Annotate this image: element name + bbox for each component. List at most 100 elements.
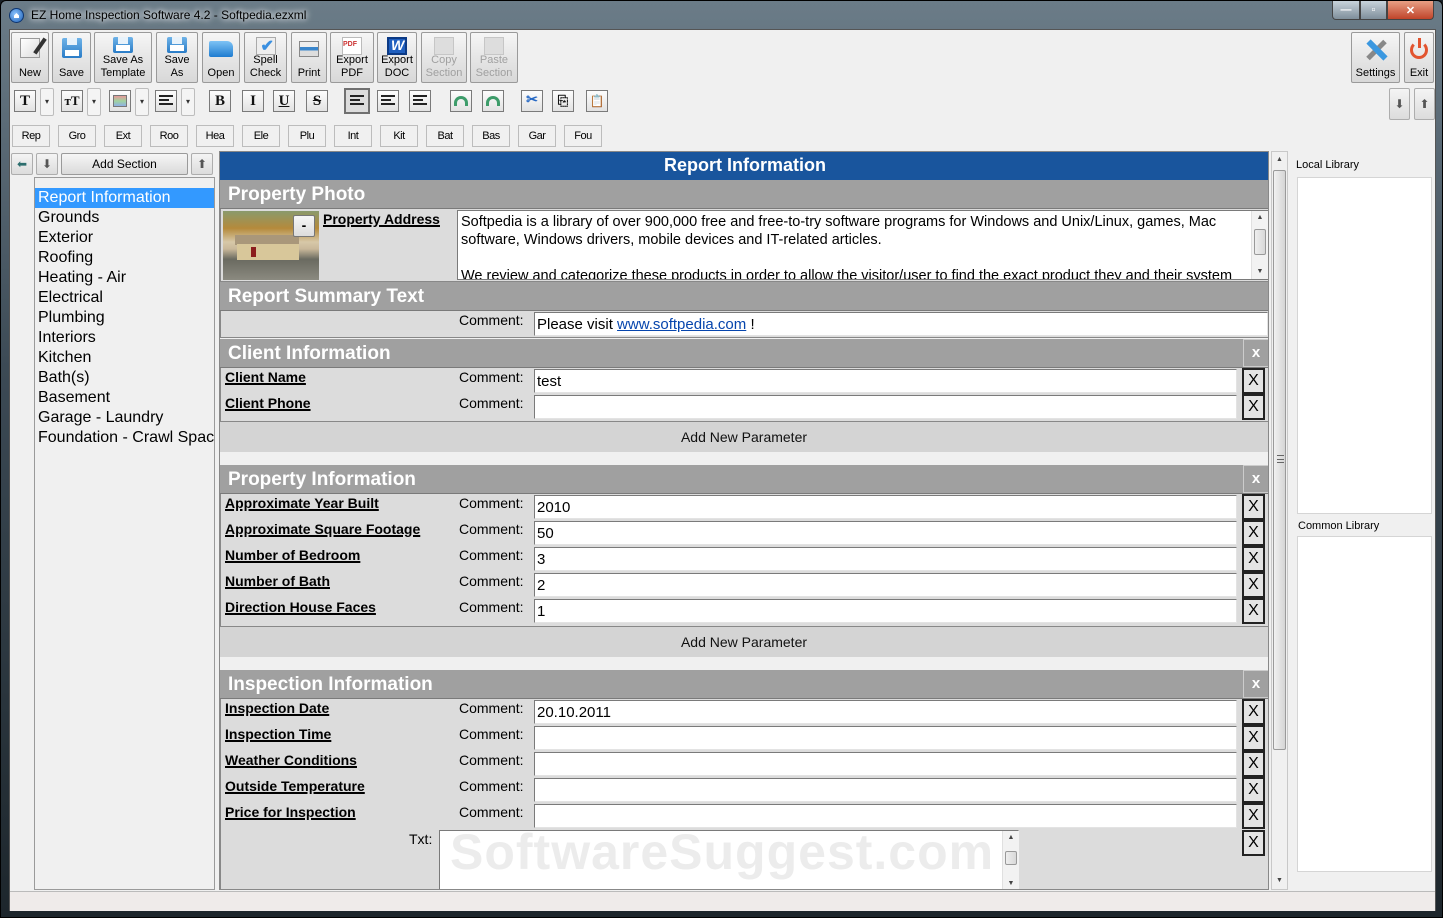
parameter-label[interactable]: Client Phone — [225, 395, 311, 411]
parameter-label[interactable]: Approximate Year Built — [225, 495, 379, 511]
parameter-label[interactable]: Outside Temperature — [225, 778, 365, 794]
main-scrollbar[interactable]: ▲ ▼ — [1271, 151, 1288, 890]
scroll-thumb[interactable] — [1005, 851, 1017, 865]
section-list-item[interactable]: Plumbing — [35, 308, 214, 328]
export-pdf-button[interactable]: Export PDF — [330, 32, 374, 83]
settings-button[interactable]: Settings — [1351, 32, 1400, 83]
section-list-item[interactable]: Interiors — [35, 328, 214, 348]
paste-button[interactable]: 📋 — [586, 90, 608, 112]
font-button[interactable]: T — [14, 90, 36, 112]
underline-button[interactable]: U — [273, 90, 295, 112]
section-shortcut-button[interactable]: Ext — [104, 125, 142, 147]
spell-check-button[interactable]: Spell Check — [244, 32, 287, 83]
align-center-button[interactable] — [377, 90, 399, 112]
export-doc-button[interactable]: Export DOC — [377, 32, 417, 83]
save-as-template-button[interactable]: Save As Template — [94, 32, 152, 83]
parameter-comment-input[interactable]: 1 — [534, 599, 1237, 623]
remove-txt-button[interactable]: X — [1242, 830, 1265, 856]
font-dropdown[interactable]: ▾ — [40, 88, 54, 116]
address-scrollbar[interactable]: ▲ ▼ — [1251, 211, 1268, 279]
section-list-item[interactable]: Basement — [35, 388, 214, 408]
scroll-up-icon[interactable]: ▲ — [1003, 831, 1019, 845]
section-shortcut-button[interactable]: Plu — [288, 125, 326, 147]
move-up-button[interactable]: ⬆ — [1414, 88, 1435, 120]
parameter-comment-input[interactable]: 50 — [534, 521, 1237, 545]
align-right-button[interactable] — [409, 90, 431, 112]
paste-section-button[interactable]: Paste Section — [470, 32, 518, 83]
section-list-item[interactable]: Roofing — [35, 248, 214, 268]
local-library-list[interactable] — [1297, 177, 1432, 514]
scroll-up-icon[interactable]: ▲ — [1252, 211, 1268, 225]
parameter-comment-input[interactable] — [534, 726, 1237, 750]
parameter-label[interactable]: Inspection Date — [225, 700, 329, 716]
remove-group-button[interactable]: x — [1243, 339, 1268, 367]
italic-button[interactable]: I — [242, 90, 264, 112]
parameter-comment-input[interactable] — [534, 778, 1237, 802]
remove-parameter-button[interactable]: X — [1242, 777, 1265, 803]
remove-photo-button[interactable]: - — [293, 215, 315, 237]
save-button[interactable]: Save — [52, 32, 91, 83]
move-down-button[interactable]: ⬇ — [1389, 88, 1410, 120]
section-list-item[interactable]: Garage - Laundry — [35, 408, 214, 428]
parameter-label[interactable]: Weather Conditions — [225, 752, 357, 768]
bold-button[interactable]: B — [209, 90, 231, 112]
parameter-label[interactable]: Price for Inspection — [225, 804, 356, 820]
section-list-item[interactable]: Kitchen — [35, 348, 214, 368]
parameter-label[interactable]: Inspection Time — [225, 726, 331, 742]
new-button[interactable]: New — [11, 32, 49, 83]
remove-group-button[interactable]: x — [1243, 670, 1268, 698]
scroll-up-icon[interactable]: ▲ — [1272, 152, 1287, 168]
open-button[interactable]: Open — [202, 32, 240, 83]
remove-parameter-button[interactable]: X — [1242, 494, 1265, 520]
section-move-up-button[interactable]: ⬆ — [191, 153, 213, 175]
color-dropdown[interactable]: ▾ — [135, 88, 149, 116]
copy-section-button[interactable]: Copy Section — [421, 32, 467, 83]
save-as-button[interactable]: Save As — [156, 32, 198, 83]
scroll-down-icon[interactable]: ▼ — [1003, 877, 1019, 889]
parameter-label[interactable]: Direction House Faces — [225, 599, 376, 615]
undo-button[interactable] — [450, 90, 472, 112]
remove-parameter-button[interactable]: X — [1242, 598, 1265, 624]
section-move-down-button[interactable]: ⬇ — [36, 153, 58, 175]
remove-parameter-button[interactable]: X — [1242, 394, 1265, 420]
collapse-left-button[interactable]: ⬅ — [11, 153, 33, 175]
scroll-down-icon[interactable]: ▼ — [1272, 873, 1287, 889]
close-window-button[interactable]: ✕ — [1387, 1, 1434, 20]
remove-parameter-button[interactable]: X — [1242, 520, 1265, 546]
parameter-label[interactable]: Client Name — [225, 369, 306, 385]
parameter-comment-input[interactable] — [534, 395, 1237, 419]
section-list-item[interactable]: Bath(s) — [35, 368, 214, 388]
softpedia-link[interactable]: www.softpedia.com — [617, 316, 746, 333]
maximize-button[interactable]: ▫ — [1360, 1, 1387, 20]
font-size-button[interactable]: ᴛT — [61, 90, 83, 112]
scroll-thumb[interactable] — [1254, 229, 1266, 255]
section-shortcut-button[interactable]: Bas — [472, 125, 510, 147]
property-photo-image[interactable]: - — [223, 211, 319, 280]
scroll-down-icon[interactable]: ▼ — [1252, 265, 1268, 279]
parameter-label[interactable]: Number of Bedroom — [225, 547, 360, 563]
section-list-item[interactable]: Heating - Air — [35, 268, 214, 288]
align-left-button[interactable] — [344, 88, 370, 114]
section-list-item[interactable]: Grounds — [35, 208, 214, 228]
section-shortcut-button[interactable]: Roo — [150, 125, 188, 147]
parameter-comment-input[interactable] — [534, 804, 1237, 828]
section-shortcut-button[interactable]: Gar — [518, 125, 556, 147]
parameter-comment-input[interactable]: test — [534, 369, 1237, 393]
section-list-item[interactable]: Report Information — [35, 188, 214, 208]
remove-parameter-button[interactable]: X — [1242, 572, 1265, 598]
section-shortcut-button[interactable]: Gro — [58, 125, 96, 147]
parameter-comment-input[interactable]: 2010 — [534, 495, 1237, 519]
parameter-label[interactable]: Number of Bath — [225, 573, 330, 589]
parameter-comment-input[interactable]: 20.10.2011 — [534, 700, 1237, 724]
section-shortcut-button[interactable]: Kit — [380, 125, 418, 147]
add-section-button[interactable]: Add Section — [61, 153, 188, 175]
property-address-label[interactable]: Property Address — [323, 211, 440, 227]
section-shortcut-button[interactable]: Hea — [196, 125, 234, 147]
color-button[interactable] — [109, 90, 131, 112]
remove-parameter-button[interactable]: X — [1242, 751, 1265, 777]
scroll-thumb[interactable] — [1273, 170, 1286, 750]
remove-parameter-button[interactable]: X — [1242, 725, 1265, 751]
txt-scrollbar[interactable]: ▲ ▼ — [1002, 831, 1019, 889]
add-parameter-button[interactable]: Add New Parameter — [220, 422, 1268, 452]
remove-parameter-button[interactable]: X — [1242, 368, 1265, 394]
